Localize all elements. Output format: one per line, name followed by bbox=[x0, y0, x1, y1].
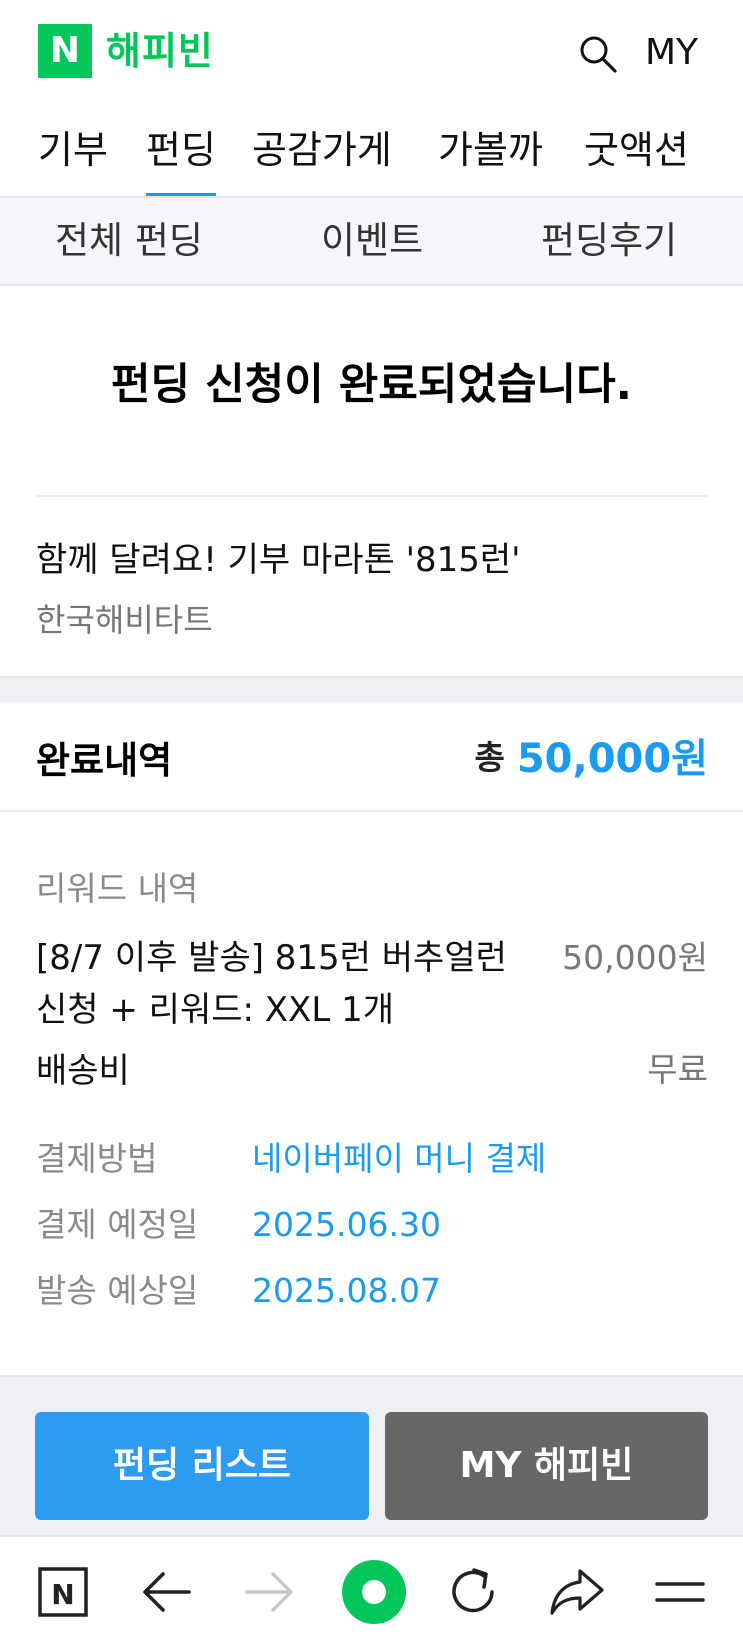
my-happybean-button[interactable]: MY 해피빈 bbox=[385, 1412, 708, 1520]
home-letter: N bbox=[51, 1578, 74, 1611]
refresh-icon[interactable] bbox=[438, 1557, 508, 1627]
payment-method-value: 네이버페이 머니 결제 bbox=[252, 1139, 547, 1178]
total-prefix: 총 bbox=[474, 738, 505, 777]
forward-arrow-icon bbox=[245, 1572, 293, 1612]
menu-icon[interactable] bbox=[645, 1557, 715, 1627]
summary-label: 완료내역 bbox=[36, 739, 173, 782]
back-arrow-icon[interactable] bbox=[131, 1557, 201, 1627]
green-dot-icon[interactable] bbox=[334, 1552, 414, 1632]
tab-let-go[interactable]: 가볼까 bbox=[438, 115, 543, 197]
completion-title: 펀딩 신청이 완료되었습니다. bbox=[111, 360, 632, 410]
app-header: N 해피빈 MY bbox=[0, 0, 743, 105]
organization-name: 한국해비타트 bbox=[36, 601, 213, 639]
sub-tab-all-funding[interactable]: 전체 펀딩 bbox=[55, 198, 203, 284]
reward-name: [8/7 이후 발송] 815런 버추얼런 신청 + 리워드: XXL 1개 bbox=[36, 932, 516, 1036]
naver-home-icon[interactable]: N bbox=[28, 1557, 98, 1627]
payment-date-value: 2025.06.30 bbox=[252, 1205, 441, 1244]
ship-date-row: 발송 예상일 2025.08.07 bbox=[36, 1264, 441, 1312]
browser-toolbar: N bbox=[0, 1535, 743, 1646]
total-amount: 50,000원 bbox=[516, 736, 708, 782]
payment-date-row: 결제 예정일 2025.06.30 bbox=[36, 1198, 441, 1246]
total-amount-block: 총 50,000원 bbox=[474, 726, 708, 784]
naver-logo-icon[interactable]: N bbox=[38, 24, 92, 78]
payment-date-label: 결제 예정일 bbox=[36, 1205, 199, 1244]
shipping-value: 무료 bbox=[647, 1050, 708, 1089]
happybean-logo-text[interactable]: 해피빈 bbox=[106, 24, 214, 78]
reward-line-2: 신청 + 리워드: XXL 1개 bbox=[36, 990, 395, 1030]
reward-line-1: [8/7 이후 발송] 815런 버추얼런 bbox=[36, 938, 507, 978]
tab-empathy-store[interactable]: 공감가게 bbox=[252, 115, 392, 197]
tab-funding[interactable]: 펀딩 bbox=[146, 115, 216, 197]
sub-tab-event[interactable]: 이벤트 bbox=[321, 198, 423, 284]
ship-date-label: 발송 예상일 bbox=[36, 1271, 199, 1310]
share-icon[interactable] bbox=[542, 1557, 612, 1627]
main-nav: 기부 펀딩 공감가게 가볼까 굿액션 bbox=[0, 115, 743, 197]
sub-nav: 전체 펀딩 이벤트 펀딩후기 bbox=[0, 198, 743, 286]
search-icon[interactable] bbox=[578, 34, 618, 74]
reward-heading: 리워드 내역 bbox=[36, 869, 199, 908]
payment-method-row: 결제방법 네이버페이 머니 결제 bbox=[36, 1132, 546, 1180]
section-separator bbox=[0, 676, 743, 702]
project-title[interactable]: 함께 달려요! 기부 마라톤 '815런' bbox=[36, 532, 521, 581]
section-divider bbox=[36, 495, 708, 497]
summary-divider bbox=[0, 810, 743, 812]
reward-price: 50,000원 bbox=[562, 938, 708, 977]
sub-tab-funding-review[interactable]: 펀딩후기 bbox=[541, 198, 677, 284]
funding-list-button[interactable]: 펀딩 리스트 bbox=[35, 1412, 369, 1520]
tab-donation[interactable]: 기부 bbox=[38, 115, 108, 197]
my-link[interactable]: MY bbox=[645, 28, 698, 78]
payment-method-label: 결제방법 bbox=[36, 1139, 158, 1178]
ship-date-value: 2025.08.07 bbox=[252, 1271, 441, 1310]
action-buttons-area: 펀딩 리스트 MY 해피빈 bbox=[0, 1375, 743, 1535]
tab-good-action[interactable]: 굿액션 bbox=[584, 115, 689, 197]
shipping-label: 배송비 bbox=[36, 1051, 130, 1091]
